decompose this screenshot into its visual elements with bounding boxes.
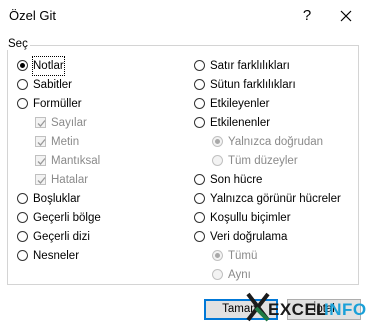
option-label: Son hücre bbox=[210, 174, 263, 186]
option-label: Mantıksal bbox=[51, 155, 101, 167]
option-label: Yalnızca görünür hücreler bbox=[210, 193, 341, 205]
option-label: Satır farklılıkları bbox=[210, 60, 290, 72]
option-label: Veri doğrulama bbox=[210, 231, 288, 243]
option-label: Boşluklar bbox=[33, 193, 81, 205]
radio-button[interactable] bbox=[194, 79, 205, 90]
radio-button[interactable] bbox=[17, 79, 28, 90]
option-label: Sayılar bbox=[51, 117, 87, 129]
radio-button[interactable] bbox=[212, 136, 223, 147]
checkmark-icon bbox=[37, 139, 46, 146]
radio-button[interactable] bbox=[17, 98, 28, 109]
excel-x-logo-icon bbox=[246, 292, 270, 322]
radio-button[interactable] bbox=[194, 98, 205, 109]
close-button[interactable] bbox=[333, 4, 359, 28]
checkmark-icon bbox=[37, 158, 46, 165]
option-label: Sütun farklılıkları bbox=[210, 79, 296, 91]
radio-button[interactable] bbox=[194, 212, 205, 223]
radio-button[interactable] bbox=[17, 212, 28, 223]
radio-button[interactable] bbox=[194, 60, 205, 71]
radio-button[interactable] bbox=[212, 250, 223, 261]
option-label: Notlar bbox=[32, 56, 65, 76]
watermark-text-excel: EXCEL bbox=[268, 300, 328, 319]
checkbox[interactable] bbox=[35, 174, 46, 185]
dialog-title: Özel Git bbox=[9, 8, 56, 23]
close-icon bbox=[340, 10, 352, 22]
checkmark-icon bbox=[37, 120, 46, 127]
radio-button[interactable] bbox=[194, 117, 205, 128]
checkbox[interactable] bbox=[35, 155, 46, 166]
option-label: Sabitler bbox=[33, 79, 72, 91]
option-label: Formüller bbox=[33, 98, 82, 110]
option-label: Koşullu biçimler bbox=[210, 212, 291, 224]
option-label: Tüm düzeyler bbox=[228, 155, 298, 167]
option-label: Etkileyenler bbox=[210, 98, 270, 110]
option-label: Tümü bbox=[228, 250, 258, 262]
option-label: Yalnızca doğrudan bbox=[228, 136, 324, 148]
radio-button[interactable] bbox=[194, 174, 205, 185]
radio-button[interactable] bbox=[212, 155, 223, 166]
checkbox[interactable] bbox=[35, 117, 46, 128]
radio-button[interactable] bbox=[212, 269, 223, 280]
radio-button[interactable] bbox=[194, 231, 205, 242]
option-label: Aynı bbox=[228, 269, 251, 281]
option-label: Hatalar bbox=[51, 174, 89, 186]
checkbox[interactable] bbox=[35, 136, 46, 147]
watermark-text-info: INFO bbox=[324, 300, 367, 319]
option-label: Nesneler bbox=[33, 250, 80, 262]
radio-button[interactable] bbox=[17, 231, 28, 242]
radio-button[interactable] bbox=[17, 193, 28, 204]
help-button[interactable]: ? bbox=[295, 4, 319, 28]
option-label: Geçerli bölge bbox=[33, 212, 101, 224]
option-label: Etkilenenler bbox=[210, 117, 271, 129]
checkmark-icon bbox=[37, 177, 46, 184]
group-label: Seç bbox=[6, 38, 30, 50]
watermark-logo: EXCEL INFO bbox=[246, 292, 367, 324]
radio-button[interactable] bbox=[17, 250, 28, 261]
radio-button[interactable] bbox=[194, 193, 205, 204]
option-label: Geçerli dizi bbox=[33, 231, 90, 243]
radio-button[interactable] bbox=[17, 60, 28, 71]
title-bar: Özel Git ? bbox=[0, 0, 370, 32]
option-label: Metin bbox=[51, 136, 80, 148]
